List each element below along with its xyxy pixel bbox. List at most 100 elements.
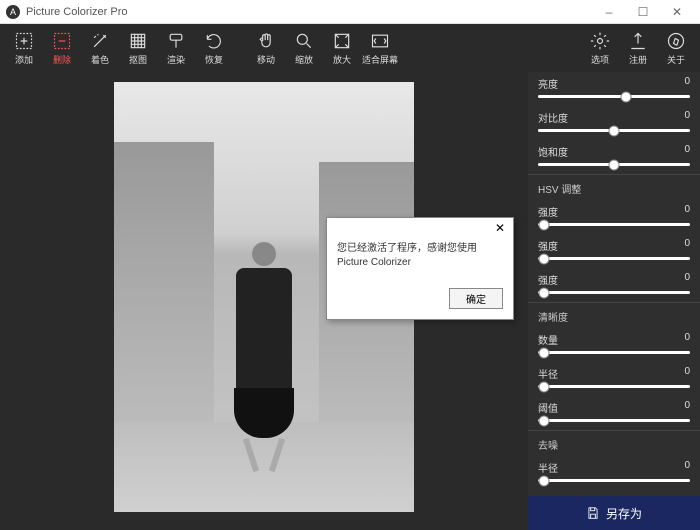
- slider-thumb[interactable]: [539, 415, 550, 426]
- sharp-2-label: 阈值: [538, 400, 558, 415]
- sharp-0-slider[interactable]: [538, 351, 690, 354]
- tool-about[interactable]: 关于: [658, 28, 694, 68]
- basic-0-row: 亮度 0: [528, 72, 700, 106]
- tool-add[interactable]: 添加: [6, 28, 42, 68]
- tool-undo[interactable]: 恢复: [196, 28, 232, 68]
- dialog-titlebar: ✕: [327, 218, 513, 238]
- tool-enlarge[interactable]: 放大: [324, 28, 360, 68]
- sharp-header: 清晰度: [528, 302, 700, 328]
- hsv-2-row: 强度 0: [528, 268, 700, 302]
- tool-label: 恢复: [205, 53, 223, 66]
- save-as-button[interactable]: 另存为: [528, 496, 700, 530]
- close-button[interactable]: ✕: [660, 0, 694, 24]
- slider-thumb[interactable]: [609, 125, 620, 136]
- hsv-1-label: 强度: [538, 238, 558, 253]
- roller-icon: [165, 30, 187, 52]
- gear-icon: [589, 30, 611, 52]
- denoise-header: 去噪: [528, 430, 700, 456]
- tool-fit[interactable]: 适合屏幕: [362, 28, 398, 68]
- dialog-ok-button[interactable]: 确定: [449, 288, 503, 309]
- sharp-2-row: 阈值 0: [528, 396, 700, 430]
- basic-1-label: 对比度: [538, 110, 568, 125]
- app-icon: A: [6, 5, 20, 19]
- tool-settings[interactable]: 选项: [582, 28, 618, 68]
- hsv-0-value: 0: [684, 204, 690, 219]
- slider-thumb[interactable]: [539, 347, 550, 358]
- slider-thumb[interactable]: [539, 219, 550, 230]
- tool-label: 注册: [629, 53, 647, 66]
- tool-render[interactable]: 渲染: [158, 28, 194, 68]
- hsv-1-slider[interactable]: [538, 257, 690, 260]
- basic-1-value: 0: [684, 110, 690, 125]
- tool-label: 渲染: [167, 53, 185, 66]
- tool-delete[interactable]: 删除: [44, 28, 80, 68]
- sharp-0-value: 0: [684, 332, 690, 347]
- tool-cutout[interactable]: 抠图: [120, 28, 156, 68]
- dialog-close-button[interactable]: ✕: [491, 220, 509, 236]
- tool-label: 放大: [333, 53, 351, 66]
- denoise-0-slider[interactable]: [538, 479, 690, 482]
- save-label: 另存为: [606, 505, 642, 522]
- slider-thumb[interactable]: [539, 287, 550, 298]
- tool-move[interactable]: 移动: [248, 28, 284, 68]
- tool-label: 抠图: [129, 53, 147, 66]
- sharp-1-row: 半径0: [528, 362, 700, 396]
- app-title: Picture Colorizer Pro: [26, 6, 592, 18]
- basic-2-label: 饱和度: [538, 144, 568, 159]
- hsv-0-slider[interactable]: [538, 223, 690, 226]
- denoise-0-row: 半径 0: [528, 456, 700, 490]
- tool-label: 移动: [257, 53, 275, 66]
- tool-label: 缩放: [295, 53, 313, 66]
- hsv-2-value: 0: [684, 272, 690, 287]
- magnify-icon: [293, 30, 315, 52]
- basic-1-row: 对比度 0: [528, 106, 700, 140]
- basic-1-slider[interactable]: [538, 129, 690, 132]
- denoise-0-value: 0: [684, 460, 690, 475]
- basic-0-slider[interactable]: [538, 95, 690, 98]
- denoise-0-label: 半径: [538, 460, 558, 475]
- tool-label: 适合屏幕: [362, 53, 398, 66]
- basic-0-value: 0: [684, 76, 690, 91]
- sharp-0-label: 数量: [538, 332, 558, 347]
- basic-0-label: 亮度: [538, 76, 558, 91]
- minimize-button[interactable]: –: [592, 0, 626, 24]
- slider-thumb[interactable]: [621, 91, 632, 102]
- maximize-button[interactable]: ☐: [626, 0, 660, 24]
- tool-label: 着色: [91, 53, 109, 66]
- hsv-2-label: 强度: [538, 272, 558, 287]
- upload-icon: [627, 30, 649, 52]
- tool-colorize[interactable]: 着色: [82, 28, 118, 68]
- hatch-icon: [127, 30, 149, 52]
- undo-icon: [203, 30, 225, 52]
- hsv-0-row: 强度 0: [528, 200, 700, 234]
- slider-thumb[interactable]: [539, 381, 550, 392]
- basic-2-value: 0: [684, 144, 690, 159]
- sidebar: 亮度 0 对比度 0 饱和度 0 HSV 调整 强度 0 强度 0 强度 0 清晰度 数量 0…: [528, 72, 700, 530]
- hsv-2-slider[interactable]: [538, 291, 690, 294]
- slider-thumb[interactable]: [609, 159, 620, 170]
- toolbar: 添加 删除 着色 抠图 渲染 恢复 移动 缩放 放大 适合屏幕 选项 注册 关于: [0, 24, 700, 72]
- hsv-header: HSV 调整: [528, 174, 700, 200]
- sharp-1-slider[interactable]: [538, 385, 690, 388]
- hsv-0-label: 强度: [538, 204, 558, 219]
- hand-icon: [255, 30, 277, 52]
- sharp-0-row: 数量 0: [528, 328, 700, 362]
- slider-thumb[interactable]: [539, 475, 550, 486]
- expand-icon: [331, 30, 353, 52]
- hsv-1-row: 强度 0: [528, 234, 700, 268]
- tool-label: 删除: [53, 53, 71, 66]
- sharp-2-value: 0: [684, 400, 690, 415]
- wand-icon: [89, 30, 111, 52]
- minus-icon: [51, 30, 73, 52]
- tool-label: 选项: [591, 53, 609, 66]
- tool-zoom[interactable]: 缩放: [286, 28, 322, 68]
- slider-thumb[interactable]: [539, 253, 550, 264]
- basic-2-slider[interactable]: [538, 163, 690, 166]
- tool-register[interactable]: 注册: [620, 28, 656, 68]
- plus-icon: [13, 30, 35, 52]
- titlebar: A Picture Colorizer Pro – ☐ ✕: [0, 0, 700, 24]
- hsv-1-value: 0: [684, 238, 690, 253]
- compass-icon: [665, 30, 687, 52]
- sharp-2-slider[interactable]: [538, 419, 690, 422]
- activation-dialog: ✕ 您已经激活了程序，感谢您使用Picture Colorizer 确定: [326, 217, 514, 320]
